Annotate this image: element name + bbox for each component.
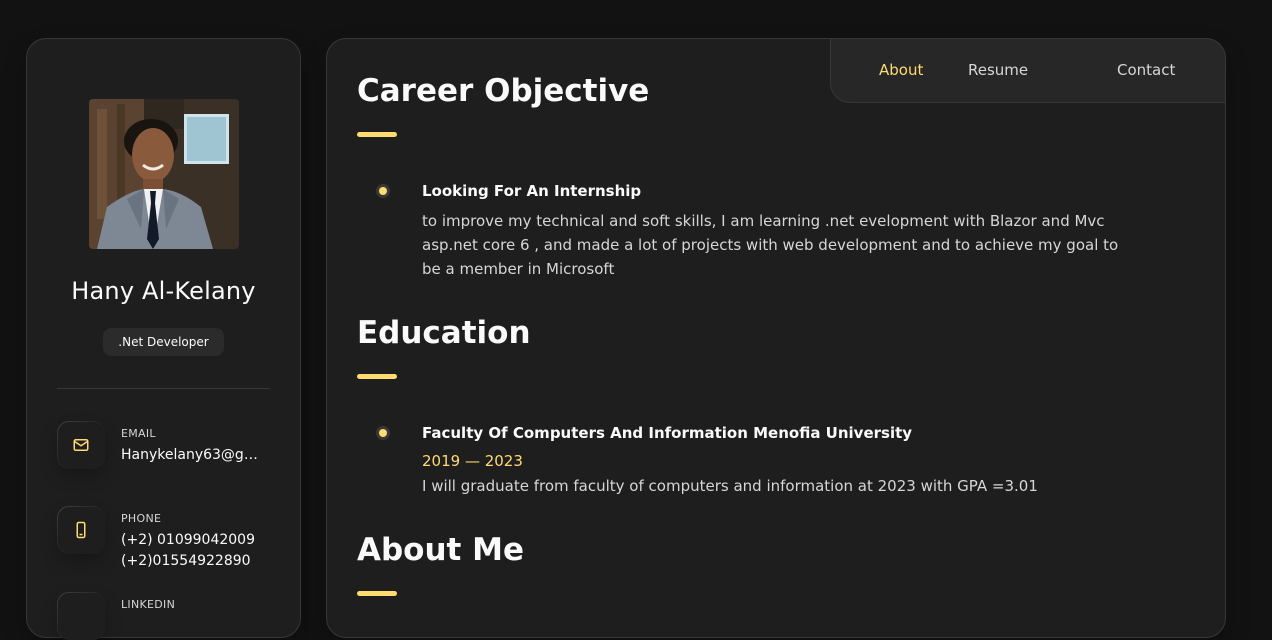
career-objective-underline bbox=[357, 132, 397, 137]
mail-icon bbox=[57, 421, 105, 469]
sidebar-separator bbox=[57, 388, 270, 389]
education-underline bbox=[357, 374, 397, 379]
timeline-dot bbox=[376, 184, 390, 198]
education-item-text: I will graduate from faculty of computer… bbox=[422, 477, 1038, 495]
education-item-title: Faculty Of Computers And Information Men… bbox=[422, 424, 913, 442]
career-item-title: Looking For An Internship bbox=[422, 182, 642, 200]
linkedin-icon bbox=[57, 592, 105, 640]
career-item-text: to improve my technical and soft skills,… bbox=[422, 212, 1119, 278]
phone-icon bbox=[57, 506, 105, 554]
education-title: Education bbox=[357, 315, 531, 351]
avatar bbox=[89, 99, 239, 249]
contact-phone-value[interactable]: (+2) 01099042009 (+2)01554922890 bbox=[121, 530, 271, 572]
contact-email-label: Email bbox=[121, 427, 156, 440]
nav-resume[interactable]: Resume bbox=[968, 61, 1028, 79]
about-me-underline bbox=[357, 591, 397, 596]
education-item-date: 2019 — 2023 bbox=[422, 452, 523, 470]
main-article: About Resume Contact Career Objective Lo… bbox=[326, 38, 1226, 638]
profile-title-badge: .Net Developer bbox=[103, 328, 224, 356]
nav-about[interactable]: About bbox=[879, 61, 923, 79]
nav-contact[interactable]: Contact bbox=[1117, 61, 1175, 79]
about-me-title: About Me bbox=[357, 532, 525, 568]
career-objective-title: Career Objective bbox=[357, 73, 650, 109]
contact-linkedin-label: Linkedin bbox=[121, 598, 176, 611]
profile-name: Hany Al-Kelany bbox=[71, 277, 256, 305]
navbar: About Resume Contact bbox=[830, 39, 1225, 103]
timeline-dot bbox=[376, 426, 390, 440]
sidebar: Hany Al-Kelany .Net Developer Email Hany… bbox=[26, 38, 301, 640]
profile-photo bbox=[89, 99, 239, 249]
contact-phone-label: Phone bbox=[121, 512, 162, 525]
contact-email-value[interactable]: Hanykelany63@gmail.com bbox=[121, 445, 271, 466]
